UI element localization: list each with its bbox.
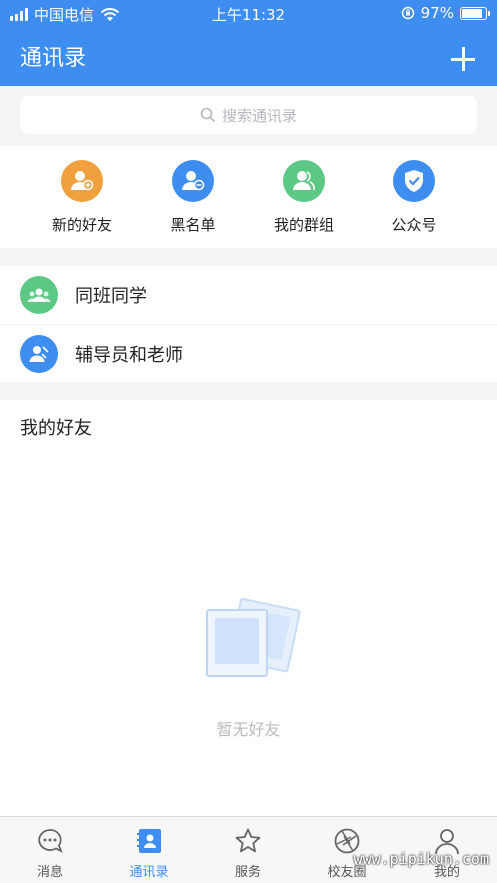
- quick-action-new-friends[interactable]: 新的好友: [32, 160, 132, 235]
- list-item-teachers[interactable]: 辅导员和老师: [0, 325, 497, 383]
- add-user-icon: [61, 160, 103, 202]
- empty-state-text: 暂无好友: [216, 720, 281, 739]
- quick-action-label: 新的好友: [51, 216, 112, 234]
- add-icon[interactable]: [451, 47, 475, 71]
- empty-photos-icon: [206, 597, 301, 677]
- quick-actions: 新的好友 黑名单 我的群组 公众号: [0, 146, 497, 248]
- watermark-text: www.pipikun.com: [353, 850, 489, 868]
- quick-action-label: 黑名单: [170, 216, 216, 234]
- group-icon: [283, 160, 325, 202]
- contacts-icon: [135, 827, 163, 855]
- list-item-classmates[interactable]: 同班同学: [0, 266, 497, 324]
- teacher-icon: [20, 335, 58, 373]
- search-icon: [200, 107, 216, 123]
- shield-check-icon: [393, 160, 435, 202]
- section-title: 我的好友: [20, 418, 92, 439]
- rotation-lock-icon: [401, 6, 414, 20]
- status-bar: 中国电信 上午11:32 97%: [0, 0, 497, 28]
- quick-action-blacklist[interactable]: 黑名单: [143, 160, 243, 235]
- star-icon: [234, 827, 262, 855]
- tab-label: 服务: [234, 865, 261, 880]
- message-icon: [36, 827, 64, 855]
- search-placeholder: 搜索通讯录: [221, 106, 297, 125]
- list-item-label: 同班同学: [75, 286, 147, 307]
- tab-messages[interactable]: 消息: [0, 827, 100, 880]
- status-right: 97%: [401, 4, 490, 22]
- tab-services[interactable]: 服务: [198, 827, 298, 880]
- tab-contacts[interactable]: 通讯录: [99, 827, 199, 880]
- list-item-label: 辅导员和老师: [75, 345, 183, 366]
- friends-section: 我的好友 暂无好友: [0, 400, 497, 816]
- quick-action-my-groups[interactable]: 我的群组: [254, 160, 354, 235]
- group-list: 同班同学 辅导员和老师: [0, 266, 497, 382]
- top-bar: 中国电信 上午11:32 97% 通讯录: [0, 0, 497, 86]
- block-user-icon: [172, 160, 214, 202]
- quick-action-official-accounts[interactable]: 公众号: [364, 160, 464, 235]
- tab-label: 通讯录: [129, 865, 169, 880]
- search-input[interactable]: 搜索通讯录: [20, 96, 477, 134]
- battery-percent: 97%: [420, 4, 454, 22]
- quick-action-label: 我的群组: [273, 216, 334, 234]
- classmates-icon: [20, 276, 58, 314]
- quick-action-label: 公众号: [391, 216, 437, 234]
- battery-icon: [460, 6, 490, 20]
- page-title: 通讯录: [20, 46, 87, 71]
- tab-label: 消息: [36, 865, 63, 880]
